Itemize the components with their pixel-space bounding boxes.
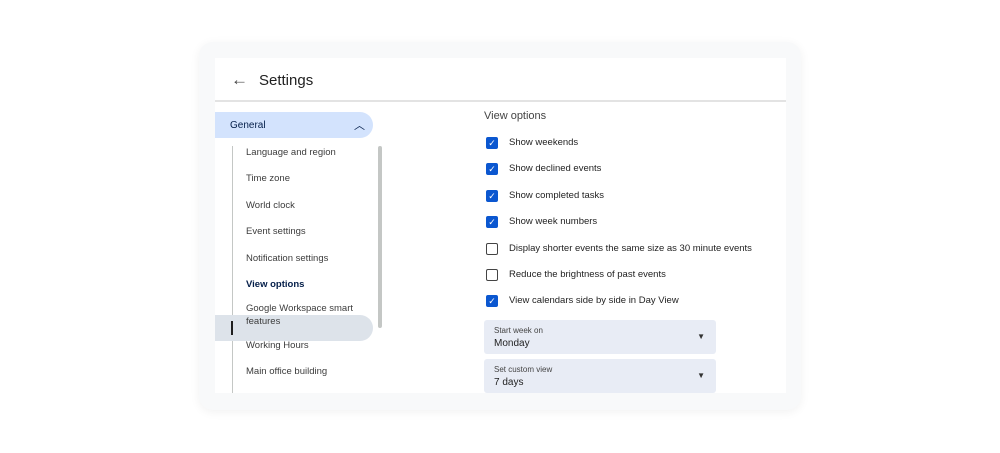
sidebar-scrollbar[interactable] [378,146,382,328]
sidebar-item-view-options[interactable]: View options [246,278,366,291]
checkbox[interactable]: ✓ [486,137,498,149]
header: ← Settings [215,58,786,102]
sidebar-item-main-office[interactable]: Main office building [246,365,366,378]
chevron-up-icon[interactable]: ︿ [354,117,365,133]
sidebar-item-working-hours[interactable]: Working Hours [246,339,366,352]
caret-down-icon: ▼ [697,371,705,380]
checkbox[interactable]: ✓ [486,190,498,202]
dropdown-label: Start week on [494,326,543,335]
checkbox-label[interactable]: Show declined events [509,163,601,174]
tree-line [232,146,233,393]
start-week-dropdown[interactable]: Start week on Monday ▼ [484,320,716,354]
settings-panel: ← Settings General ︿ Language and region … [215,58,786,393]
checkbox[interactable] [486,269,498,281]
sidebar-item-world-clock[interactable]: World clock [246,199,366,212]
checkbox-label[interactable]: View calendars side by side in Day View [509,295,679,306]
back-arrow-icon[interactable]: ← [231,70,248,90]
dropdown-value: Monday [494,338,530,349]
sidebar-item-notification-settings[interactable]: Notification settings [246,252,366,265]
section-title: View options [484,110,546,122]
dropdown-value: 7 days [494,377,523,388]
caret-down-icon: ▼ [697,332,705,341]
checkbox-label[interactable]: Display shorter events the same size as … [509,243,752,254]
checkbox-label[interactable]: Show week numbers [509,216,597,227]
checkbox[interactable]: ✓ [486,163,498,175]
sidebar-item-language[interactable]: Language and region [246,146,366,159]
sidebar-group-general[interactable]: General ︿ [215,112,373,138]
page-title: Settings [259,72,313,89]
checkbox-label[interactable]: Reduce the brightness of past events [509,269,666,280]
sidebar: General ︿ Language and region Time zone W… [215,102,375,393]
checkbox[interactable]: ✓ [486,216,498,228]
sidebar-item-workspace-smart-features[interactable]: Google Workspace smart features [246,302,366,328]
checkbox-label[interactable]: Show completed tasks [509,190,604,201]
checkbox-label[interactable]: Show weekends [509,137,578,148]
dropdown-label: Set custom view [494,365,552,374]
checkbox[interactable] [486,243,498,255]
sidebar-group-label: General [230,120,266,131]
sidebar-item-time-zone[interactable]: Time zone [246,172,366,185]
selected-indicator [231,321,233,335]
custom-view-dropdown[interactable]: Set custom view 7 days ▼ [484,359,716,393]
sidebar-item-event-settings[interactable]: Event settings [246,225,366,238]
checkbox[interactable]: ✓ [486,295,498,307]
